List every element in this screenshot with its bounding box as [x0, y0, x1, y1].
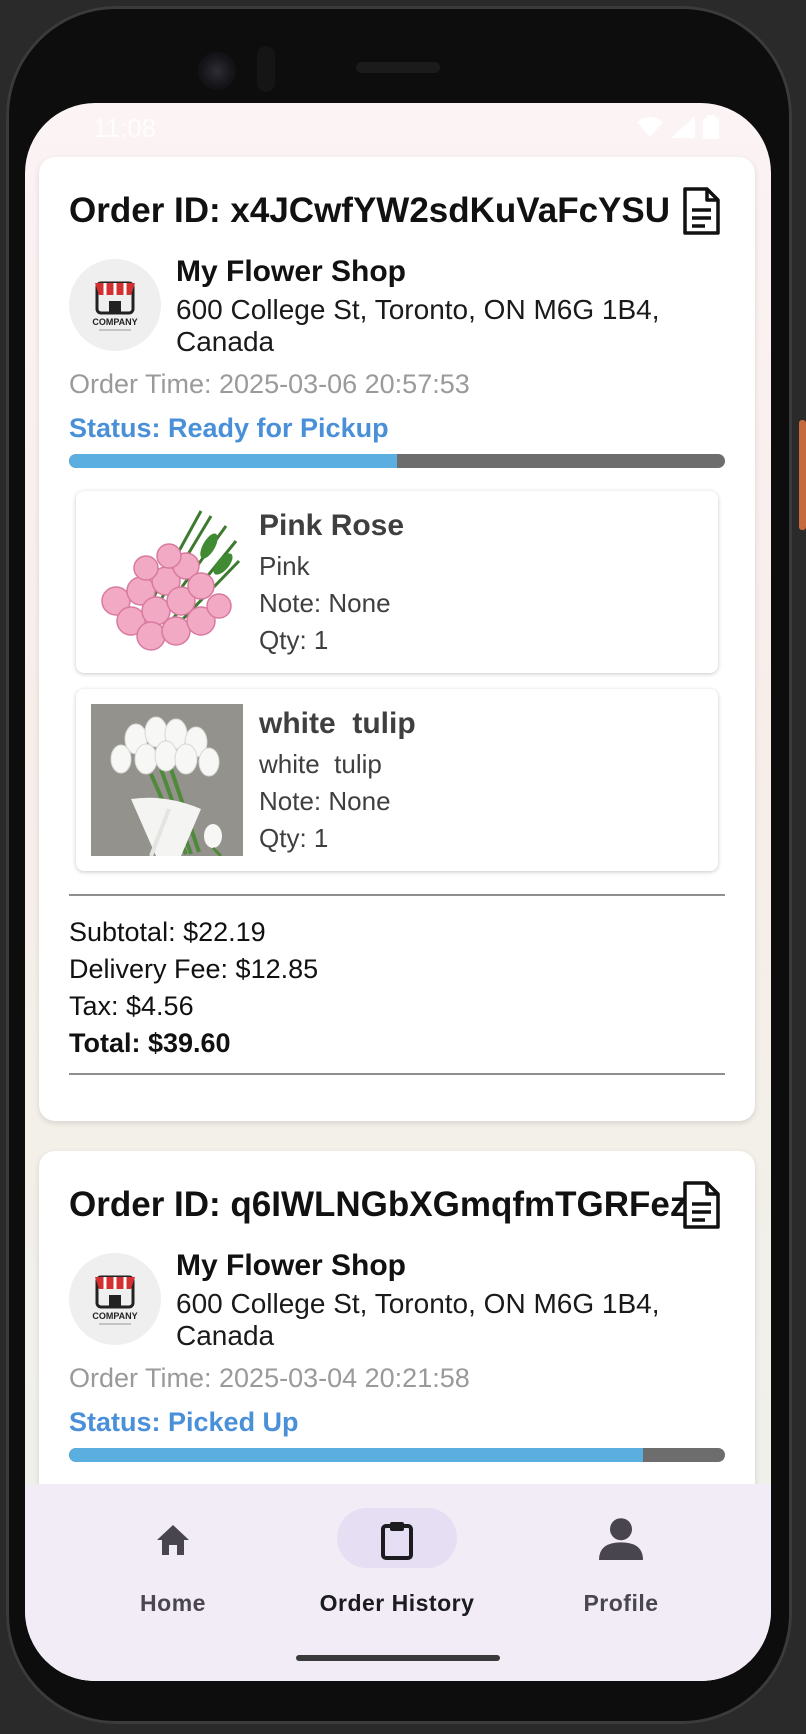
item-quantity: Qty: 1: [259, 625, 329, 655]
power-button: [799, 420, 806, 530]
device-frame: 11:08 Order ID: x4JCwfYW2sdKuVaFcYSU COM…: [0, 0, 806, 1734]
tax: Tax: $4.56: [69, 991, 194, 1021]
shop-address: 600 College St, Toronto, ON M6G 1B4, Can…: [176, 1288, 660, 1351]
document-icon[interactable]: [681, 1181, 721, 1229]
order-item[interactable]: white tulip white tulip Note: None Qty: …: [76, 689, 718, 871]
person-icon: [599, 1518, 643, 1560]
wifi-icon: [637, 117, 663, 137]
home-icon: [157, 1525, 189, 1555]
order-time: Order Time: 2025-03-06 20:57:53: [69, 369, 470, 399]
divider: [69, 894, 725, 896]
order-status: Status: Picked Up: [69, 1407, 299, 1437]
nav-label-order-history: Order History: [319, 1590, 475, 1616]
item-note: Note: None: [259, 786, 391, 816]
order-progress-fill: [69, 454, 397, 468]
app-screen: 11:08 Order ID: x4JCwfYW2sdKuVaFcYSU COM…: [25, 103, 771, 1681]
item-image-pink-rose: [91, 506, 243, 658]
order-status: Status: Ready for Pickup: [69, 413, 389, 443]
order-progress-bar: [69, 1448, 725, 1462]
logo-text: COMPANY: [92, 317, 137, 327]
shop-name: My Flower Shop: [176, 255, 407, 288]
item-image-white-tulip: [91, 704, 243, 856]
battery-icon: [703, 115, 719, 139]
item-variant: white tulip: [259, 749, 382, 779]
front-camera: [198, 52, 236, 90]
status-bar: 11:08: [25, 103, 771, 153]
store-icon: COMPANY: [92, 281, 138, 331]
delivery-fee: Delivery Fee: $12.85: [69, 954, 319, 984]
nav-item-order-history[interactable]: Order History: [287, 1508, 507, 1628]
shop-logo: COMPANY: [69, 259, 161, 351]
divider: [69, 1073, 725, 1075]
order-progress-bar: [69, 454, 725, 468]
order-item[interactable]: Pink Rose Pink Note: None Qty: 1: [76, 491, 718, 673]
gesture-home-indicator[interactable]: [296, 1655, 500, 1661]
item-name: white tulip: [259, 707, 416, 740]
order-time: Order Time: 2025-03-04 20:21:58: [69, 1363, 470, 1393]
order-id-title: Order ID: q6IWLNGbXGmqfmTGRFez: [69, 1185, 688, 1224]
item-name: Pink Rose: [259, 509, 405, 542]
status-time: 11:08: [93, 113, 157, 143]
shop-address: 600 College St, Toronto, ON M6G 1B4, Can…: [176, 294, 660, 357]
earpiece-speaker: [356, 62, 440, 73]
signal-icon: [671, 116, 695, 138]
status-icons: [637, 115, 719, 139]
proximity-sensor: [257, 46, 275, 92]
nav-label-profile: Profile: [583, 1590, 659, 1616]
logo-text: COMPANY: [92, 1311, 137, 1321]
nav-label-home: Home: [140, 1590, 206, 1616]
shop-logo: COMPANY: [69, 1253, 161, 1345]
clipboard-icon: [381, 1522, 413, 1560]
item-note: Note: None: [259, 588, 391, 618]
shop-name: My Flower Shop: [176, 1249, 407, 1282]
nav-item-home[interactable]: Home: [63, 1508, 283, 1628]
order-id-title: Order ID: x4JCwfYW2sdKuVaFcYSU: [69, 191, 670, 230]
document-icon[interactable]: [681, 187, 721, 235]
subtotal: Subtotal: $22.19: [69, 917, 266, 947]
store-icon: COMPANY: [92, 1275, 138, 1325]
item-variant: Pink: [259, 551, 310, 581]
bottom-navigation: Home Order History Profile: [25, 1484, 771, 1681]
total: Total: $39.60: [69, 1028, 231, 1058]
nav-item-profile[interactable]: Profile: [511, 1508, 731, 1628]
order-progress-fill: [69, 1448, 643, 1462]
order-card[interactable]: Order ID: x4JCwfYW2sdKuVaFcYSU COMPANY M…: [39, 157, 755, 1121]
item-quantity: Qty: 1: [259, 823, 329, 853]
